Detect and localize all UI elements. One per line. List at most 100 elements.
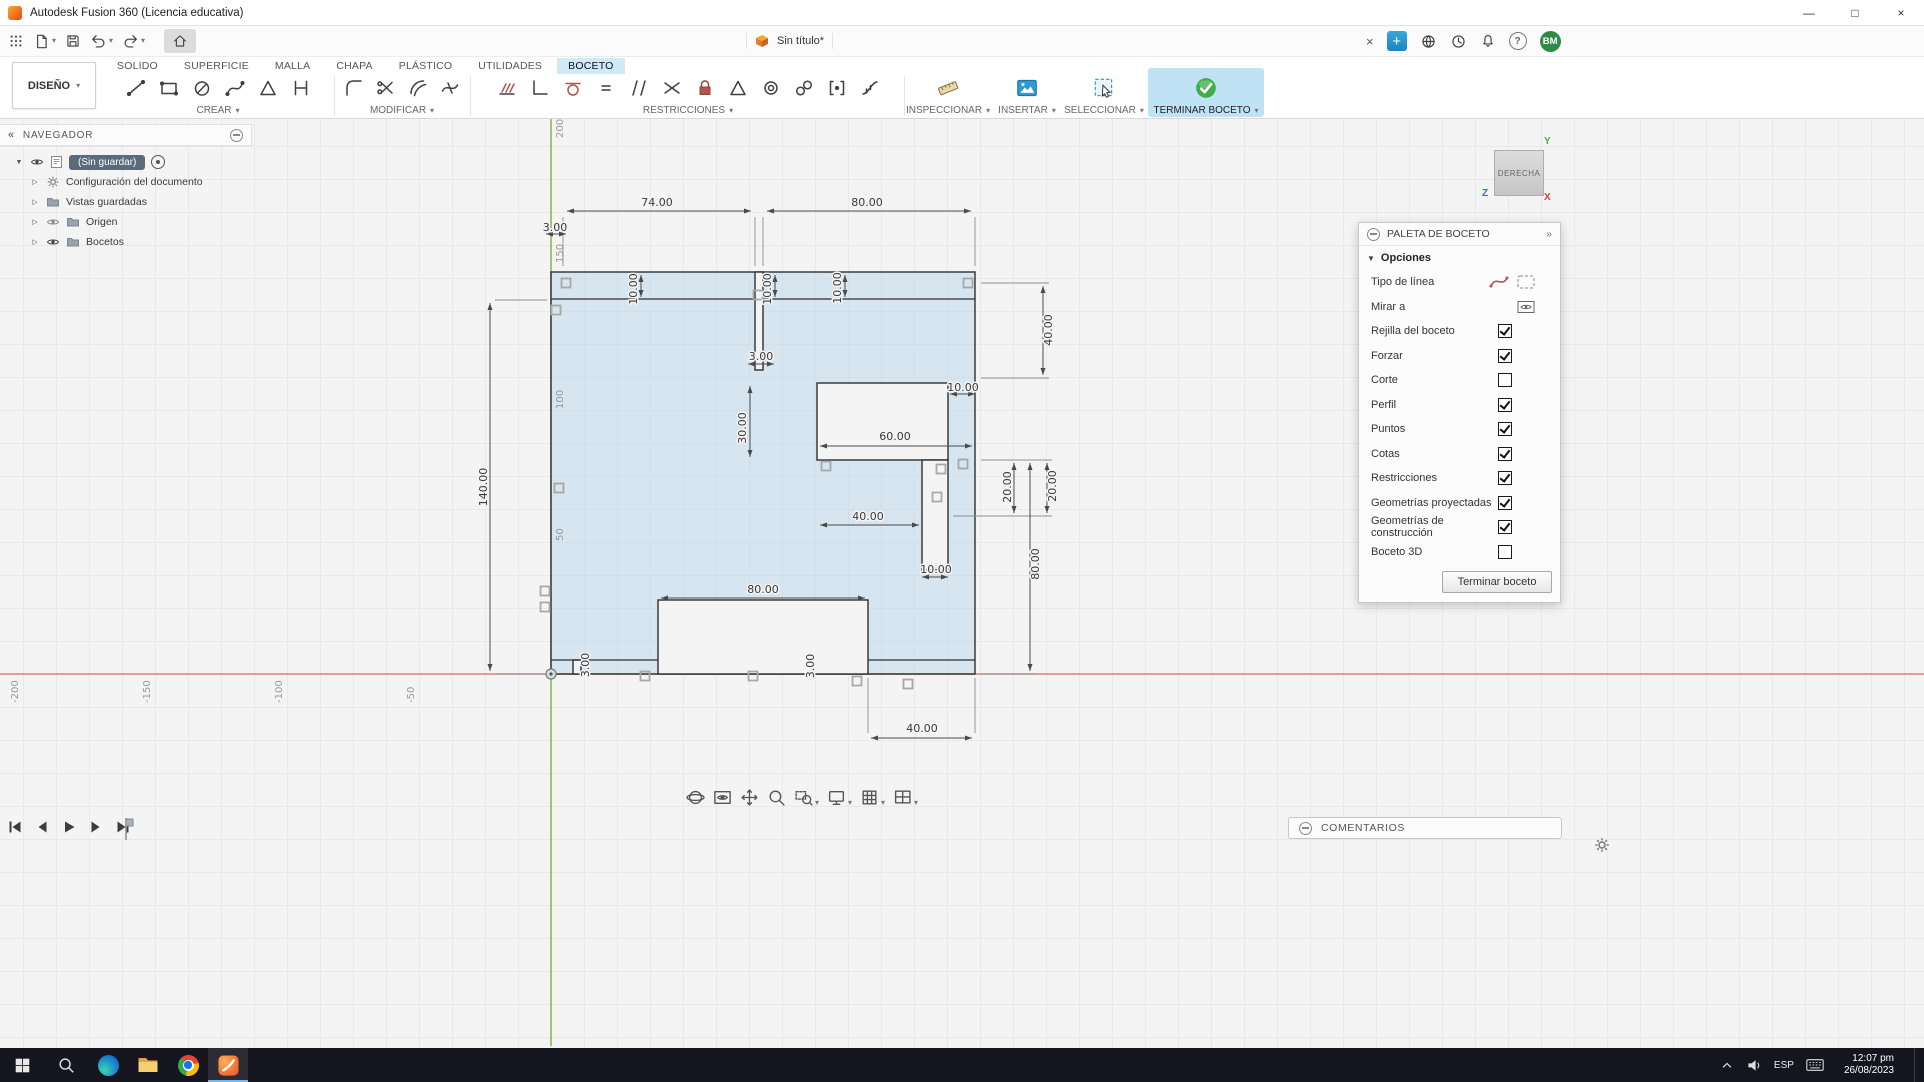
search-button[interactable] <box>44 1048 88 1082</box>
select-cursor-icon[interactable] <box>1092 76 1116 100</box>
tab-boceto[interactable]: BOCETO <box>557 58 624 74</box>
tab-malla[interactable]: MALLA <box>264 58 321 74</box>
visibility-eye-icon[interactable] <box>30 155 44 169</box>
symmetry-constraint-icon[interactable] <box>728 78 748 98</box>
document-tab[interactable]: Sin título* <box>736 26 843 56</box>
navigator-item-vistas[interactable]: ▷ Vistas guardadas <box>0 192 252 212</box>
parallel-constraint-icon[interactable] <box>629 78 649 98</box>
collapse-all-icon[interactable] <box>230 129 243 142</box>
checkbox-geometr-as-proyectadas[interactable] <box>1498 496 1512 510</box>
canvas[interactable] <box>0 118 1924 1048</box>
document-root-label[interactable]: (Sin guardar) <box>69 155 145 170</box>
timeline-marker-icon[interactable] <box>118 816 136 842</box>
step-back-button[interactable] <box>33 818 51 836</box>
pan-icon[interactable] <box>740 788 759 807</box>
finish-sketch-button[interactable]: Terminar boceto <box>1442 571 1552 593</box>
perpendicular-constraint-icon[interactable] <box>530 78 550 98</box>
collinear-constraint-icon[interactable] <box>662 78 682 98</box>
maximize-button[interactable]: □ <box>1832 0 1878 25</box>
comments-bar[interactable]: COMENTARIOS <box>1288 817 1562 839</box>
collapse-right-icon[interactable]: » <box>1546 228 1552 240</box>
equal-constraint-icon[interactable] <box>596 78 616 98</box>
tray-expand-icon[interactable] <box>1720 1058 1734 1072</box>
start-button[interactable] <box>0 1048 44 1082</box>
display-settings-icon[interactable]: ▾ <box>827 788 852 807</box>
window-zoom-icon[interactable]: ▾ <box>794 788 819 807</box>
expander-icon[interactable]: ▷ <box>30 238 40 246</box>
viewcube[interactable]: Y DERECHA Z X <box>1486 136 1562 210</box>
look-at-icon[interactable] <box>1516 298 1536 316</box>
midpoint-constraint-icon[interactable] <box>827 78 847 98</box>
navigator-header[interactable]: « NAVEGADOR <box>0 124 252 146</box>
expander-icon[interactable]: ▷ <box>30 198 40 206</box>
checkbox-forzar[interactable] <box>1498 349 1512 363</box>
insert-image-icon[interactable] <box>1015 76 1039 100</box>
language-indicator[interactable]: ESP <box>1774 1060 1794 1071</box>
insertar-dropdown[interactable]: INSERTAR ▾ <box>992 105 1062 116</box>
grid-snaps-icon[interactable]: ▾ <box>860 788 885 807</box>
navigator-item-configuracion[interactable]: ▷ Configuración del documento <box>0 172 252 192</box>
curvature-constraint-icon[interactable] <box>860 78 880 98</box>
checkbox-corte[interactable] <box>1498 373 1512 387</box>
crear-dropdown[interactable]: CREAR ▾ <box>102 105 334 116</box>
tab-solido[interactable]: SOLIDO <box>106 58 169 74</box>
close-tab-icon[interactable]: × <box>1366 34 1374 49</box>
fillet-tool-icon[interactable] <box>343 77 365 99</box>
undo-icon[interactable]: ▾ <box>90 33 113 50</box>
avatar[interactable]: BM <box>1540 31 1561 52</box>
workspace-selector[interactable]: DISEÑO ▾ <box>12 62 96 109</box>
preferences-gear-icon[interactable] <box>1593 836 1611 854</box>
look-at-icon[interactable] <box>713 788 732 807</box>
collapse-panel-icon[interactable]: « <box>8 129 15 141</box>
close-button[interactable]: × <box>1878 0 1924 25</box>
save-icon[interactable] <box>65 33 81 49</box>
history-icon[interactable] <box>1450 33 1467 50</box>
finish-sketch-check-icon[interactable] <box>1194 76 1218 100</box>
taskbar-chrome[interactable] <box>168 1048 208 1082</box>
volume-icon[interactable] <box>1746 1057 1762 1073</box>
taskbar-clock[interactable]: 12:07 pm 26/08/2023 <box>1836 1053 1902 1078</box>
checkbox-boceto-3d[interactable] <box>1498 545 1512 559</box>
viewports-icon[interactable]: ▾ <box>893 788 918 807</box>
zoom-icon[interactable] <box>767 788 786 807</box>
break-tool-icon[interactable] <box>439 77 461 99</box>
app-grid-icon[interactable] <box>8 33 24 49</box>
navigator-root-row[interactable]: ▼ (Sin guardar) <box>0 152 252 172</box>
expander-icon[interactable]: ▷ <box>30 218 40 226</box>
help-icon[interactable]: ? <box>1509 32 1527 50</box>
new-tab-button[interactable]: + <box>1387 31 1407 51</box>
keyboard-icon[interactable] <box>1806 1058 1824 1072</box>
notifications-icon[interactable] <box>1480 33 1496 49</box>
tab-chapa[interactable]: CHAPA <box>325 58 383 74</box>
palette-section-opciones[interactable]: ▼ Opciones <box>1359 246 1560 270</box>
linetype-curve-icon[interactable] <box>1489 273 1509 291</box>
taskbar-fusion360[interactable] <box>208 1048 248 1082</box>
expander-icon[interactable]: ▷ <box>30 178 40 186</box>
restricciones-dropdown[interactable]: RESTRICCIONES ▾ <box>474 105 902 116</box>
play-button[interactable] <box>60 818 78 836</box>
fix-constraint-icon[interactable] <box>695 78 715 98</box>
checkbox-puntos[interactable] <box>1498 422 1512 436</box>
redo-icon[interactable]: ▾ <box>122 33 145 50</box>
taskbar-file-explorer[interactable] <box>128 1048 168 1082</box>
terminar-boceto-dropdown[interactable]: TERMINAR BOCETO ▾ <box>1148 105 1264 116</box>
slot-tool-icon[interactable] <box>290 77 312 99</box>
show-desktop-button[interactable] <box>1914 1048 1920 1082</box>
checkbox-cotas[interactable] <box>1498 447 1512 461</box>
seleccionar-dropdown[interactable]: SELECCIONAR ▾ <box>1064 105 1144 116</box>
circle-tool-icon[interactable] <box>191 77 213 99</box>
step-forward-button[interactable] <box>87 818 105 836</box>
trim-tool-icon[interactable] <box>375 77 397 99</box>
tab-superficie[interactable]: SUPERFICIE <box>173 58 260 74</box>
visibility-eye-icon[interactable] <box>46 235 60 249</box>
visibility-eye-icon[interactable] <box>46 215 60 229</box>
taskbar-edge[interactable] <box>88 1048 128 1082</box>
go-to-start-button[interactable] <box>6 818 24 836</box>
checkbox-geometr-as-de-construcci-n[interactable] <box>1498 520 1512 534</box>
tab-utilidades[interactable]: UTILIDADES <box>467 58 553 74</box>
viewcube-face[interactable]: DERECHA <box>1494 150 1544 196</box>
expander-open-icon[interactable]: ▼ <box>14 159 24 166</box>
tangent-constraint-icon[interactable] <box>563 78 583 98</box>
navigator-item-origen[interactable]: ▷ Origen <box>0 212 252 232</box>
offset-tool-icon[interactable] <box>407 77 429 99</box>
